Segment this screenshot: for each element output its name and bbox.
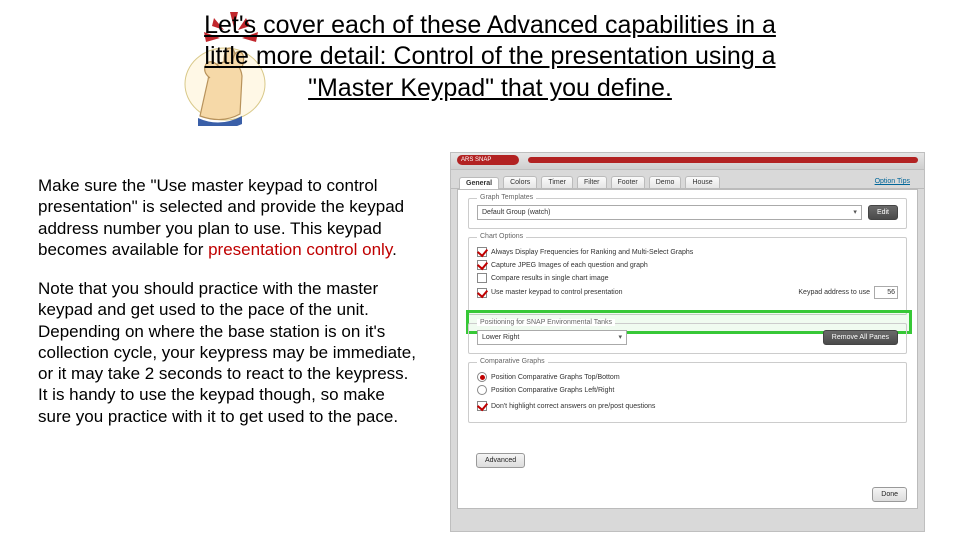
- group-positioning: Positioning for SNAP Environmental Tanks…: [468, 323, 907, 354]
- chk-capture-jpeg[interactable]: [477, 260, 487, 270]
- radio-left-right[interactable]: [477, 385, 487, 395]
- tab-colors[interactable]: Colors: [503, 176, 537, 188]
- tab-demo[interactable]: Demo: [649, 176, 682, 188]
- chk-label: Don't highlight correct answers on pre/p…: [491, 403, 655, 410]
- titlebar-stripe: [528, 157, 918, 163]
- keypad-address-label: Keypad address to use: [798, 289, 870, 296]
- group-chart-options: Chart Options Always Display Frequencies…: [468, 237, 907, 315]
- edit-template-button[interactable]: Edit: [868, 205, 898, 220]
- chk-label: Capture JPEG Images of each question and…: [491, 262, 648, 269]
- brand-pill: ARS SNAP: [457, 155, 519, 165]
- group-title: Chart Options: [477, 233, 526, 240]
- body-paragraph-2: Note that you should practice with the m…: [38, 278, 418, 427]
- remove-all-panes-button[interactable]: Remove All Panes: [823, 330, 898, 345]
- settings-dialog: ARS SNAP General Colors Timer Filter Foo…: [450, 152, 925, 532]
- radio-label: Position Comparative Graphs Top/Bottom: [491, 374, 620, 381]
- chk-label: Compare results in single chart image: [491, 275, 609, 282]
- dialog-tabs: General Colors Timer Filter Footer Demo …: [451, 170, 924, 189]
- graph-template-select[interactable]: Default Group (watch): [477, 205, 862, 220]
- chk-use-master-keypad[interactable]: [477, 288, 487, 298]
- tab-house[interactable]: House: [685, 176, 719, 188]
- body-paragraph-1: Make sure the "Use master keypad to cont…: [38, 175, 418, 260]
- slide-title: Let's cover each of these Advanced capab…: [180, 10, 800, 104]
- dialog-titlebar: ARS SNAP: [451, 153, 924, 170]
- option-tips-link[interactable]: Option Tips: [869, 176, 916, 188]
- chk-always-display-freq[interactable]: [477, 247, 487, 257]
- done-button[interactable]: Done: [872, 487, 907, 502]
- advanced-button[interactable]: Advanced: [476, 453, 525, 468]
- tab-general[interactable]: General: [459, 177, 499, 189]
- group-title: Graph Templates: [477, 194, 536, 201]
- keypad-address-input[interactable]: 56: [874, 286, 898, 299]
- group-graph-templates: Graph Templates Default Group (watch) Ed…: [468, 198, 907, 229]
- radio-label: Position Comparative Graphs Left/Right: [491, 387, 614, 394]
- positioning-select[interactable]: Lower Right: [477, 330, 627, 345]
- tab-filter[interactable]: Filter: [577, 176, 607, 188]
- chk-label: Always Display Frequencies for Ranking a…: [491, 249, 693, 256]
- group-title: Positioning for SNAP Environmental Tanks: [477, 319, 615, 326]
- dialog-panel: Graph Templates Default Group (watch) Ed…: [457, 189, 918, 509]
- radio-top-bottom[interactable]: [477, 372, 487, 382]
- group-comparative-graphs: Comparative Graphs Position Comparative …: [468, 362, 907, 423]
- group-title: Comparative Graphs: [477, 358, 548, 365]
- tab-timer[interactable]: Timer: [541, 176, 573, 188]
- tab-footer[interactable]: Footer: [611, 176, 645, 188]
- chk-label: Use master keypad to control presentatio…: [491, 289, 623, 296]
- chk-compare-single-chart[interactable]: [477, 273, 487, 283]
- chk-dont-highlight-correct[interactable]: [477, 401, 487, 411]
